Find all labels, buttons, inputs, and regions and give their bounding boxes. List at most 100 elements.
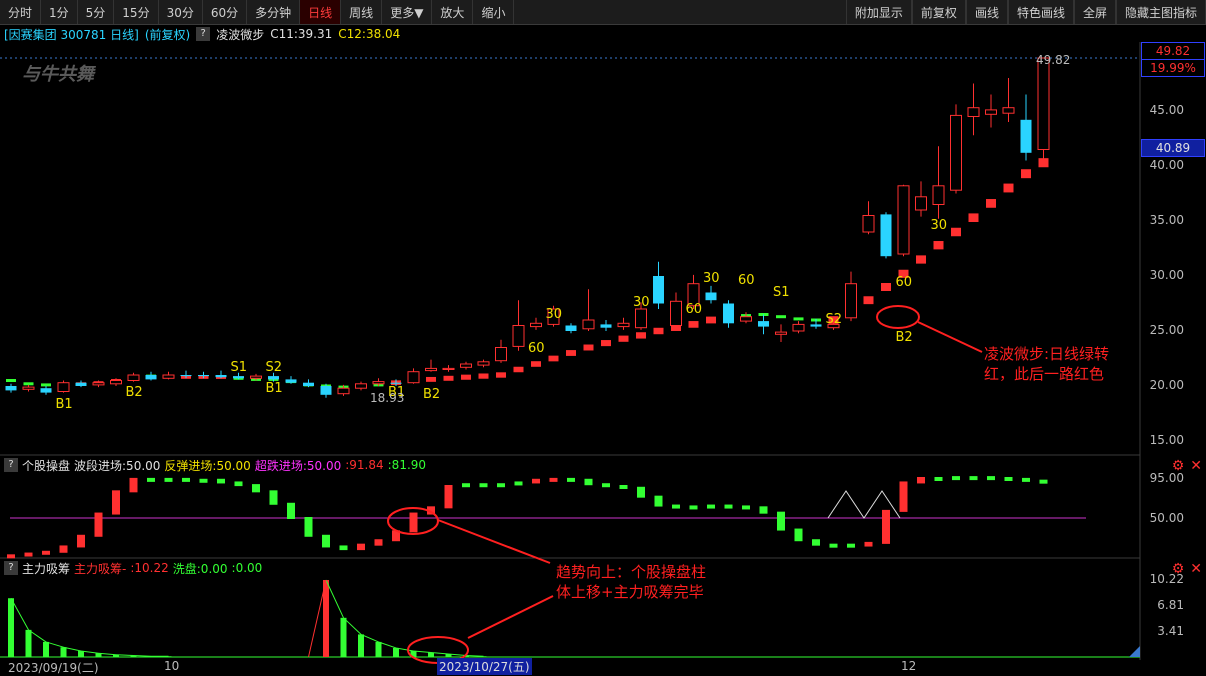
caopan-tick-50: 50.00: [1149, 511, 1184, 525]
candle-body: [582, 319, 595, 330]
close-icon[interactable]: ✕: [1190, 561, 1202, 577]
lingbo-mark: [583, 344, 594, 351]
candle-body: [460, 363, 472, 368]
candle-body: [810, 324, 822, 327]
lingbo-mark: [513, 366, 524, 373]
caopan-bar: [444, 485, 453, 509]
caopan-bar: [339, 545, 348, 551]
caopan-bar: [164, 477, 173, 482]
caopan-bar: [514, 481, 523, 486]
xichou-v1: :10.22: [130, 561, 169, 575]
price-tick-2: 35.00: [1149, 213, 1184, 227]
caopan-bar: [59, 545, 68, 553]
lingbo-mark: [531, 361, 541, 367]
signal-label: B2: [126, 385, 143, 400]
caopan-l1: 波段进场:50.00: [74, 458, 161, 473]
lingbo-mark: [653, 327, 664, 335]
caopan-bar: [742, 505, 750, 510]
caopan-bar: [287, 502, 295, 519]
candle-body: [75, 382, 87, 386]
candle-body: [775, 331, 787, 335]
candle-body: [1020, 119, 1032, 153]
xichou-bar: [78, 650, 84, 657]
caopan-bar: [199, 478, 208, 483]
xichou-bar: [375, 641, 382, 657]
lingbo-mark: [776, 315, 786, 319]
xichou-bar: [8, 598, 14, 657]
candle-body: [915, 196, 927, 211]
annotation-trend: 趋势向上：个股操盘柱 体上移+主力吸筹完毕: [556, 562, 706, 602]
candle-body: [862, 215, 875, 233]
lingbo-mark: [916, 255, 926, 264]
candle-body: [967, 107, 980, 117]
caopan-bar: [707, 504, 715, 509]
caopan-bar: [42, 550, 50, 555]
xichou-bar: [165, 656, 172, 657]
caopan-bar: [217, 478, 225, 484]
lingbo-mark: [986, 199, 996, 208]
caopan-name[interactable]: 个股操盘: [22, 457, 70, 474]
xichou-name[interactable]: 主力吸筹: [22, 560, 70, 577]
low-label: 18.93: [370, 391, 405, 405]
caopan-bar: [724, 504, 733, 509]
candle-body: [950, 114, 962, 191]
date-dec: 12: [901, 659, 917, 673]
lingbo-mark: [566, 350, 576, 356]
caopan-bar: [182, 477, 190, 482]
lingbo-mark: [601, 340, 611, 347]
candle-body: [285, 379, 297, 383]
caopan-v1: :91.84: [345, 458, 384, 472]
candle-body: [5, 386, 17, 391]
caopan-bar: [672, 504, 680, 509]
signal-label: B2: [896, 330, 913, 345]
caopan-bar: [584, 478, 593, 486]
candle-body: [740, 316, 752, 322]
date-start: 2023/09/19(二): [8, 661, 99, 675]
price-tick-6: 15.00: [1149, 433, 1184, 447]
candle-body: [705, 292, 717, 301]
signal-label: 30: [703, 271, 720, 286]
candle-body: [1037, 57, 1050, 150]
close-icon[interactable]: ✕: [1190, 458, 1202, 474]
caopan-bar: [987, 476, 995, 481]
help-icon[interactable]: ?: [4, 561, 18, 575]
candle-body: [985, 109, 997, 115]
xichou-l2: 洗盘:0.00: [172, 561, 228, 576]
signal-label: 30: [633, 295, 650, 310]
caopan-bar: [112, 490, 120, 515]
annotation-trend-line1: 趋势向上：个股操盘柱: [556, 563, 707, 581]
caopan-bar: [847, 543, 855, 548]
candle-body: [880, 214, 892, 257]
caopan-bar: [479, 483, 488, 488]
caopan-bar: [637, 486, 645, 498]
lingbo-mark: [426, 376, 436, 382]
xichou-bar: [60, 647, 67, 657]
lingbo-mark: [1003, 183, 1014, 193]
price-tick-3: 30.00: [1149, 268, 1184, 282]
help-icon[interactable]: ?: [4, 458, 18, 472]
highlight-ellipse: [876, 305, 920, 329]
caopan-bar: [549, 477, 558, 482]
lingbo-mark: [881, 283, 891, 291]
caopan-bar: [147, 477, 155, 482]
lingbo-mark: [933, 241, 944, 250]
candle-body: [512, 325, 525, 347]
candle-body: [600, 324, 612, 328]
xichou-bar: [393, 647, 399, 657]
caopan-bar: [129, 477, 138, 493]
caopan-bar: [654, 495, 663, 507]
caopan-bar: [882, 509, 890, 544]
signal-label: S2: [266, 360, 283, 375]
candle-body: [897, 185, 910, 255]
candle-body: [250, 375, 262, 379]
candle-body: [22, 386, 35, 390]
xichou-bar: [43, 641, 49, 657]
candle-body: [407, 371, 420, 384]
caopan-l2: 反弹进场:50.00: [164, 458, 251, 473]
candle-body: [1002, 107, 1015, 114]
signal-label: S1: [773, 285, 790, 300]
lingbo-mark: [951, 227, 961, 237]
caopan-bar: [812, 539, 820, 546]
caopan-bar: [899, 481, 908, 512]
candle-body: [792, 323, 805, 332]
